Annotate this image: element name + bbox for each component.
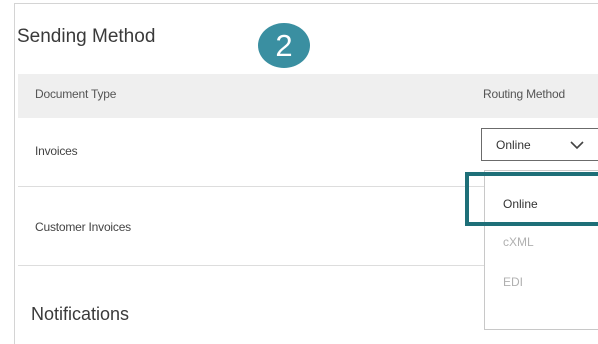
column-header-document-type: Document Type [35,87,117,101]
column-header-routing-method: Routing Method [483,87,565,101]
table-header: Document Type Routing Method [18,74,598,118]
document-type-invoices: Invoices [35,144,78,158]
document-type-customer-invoices: Customer Invoices [35,220,131,234]
step-number-badge: 2 [258,23,310,68]
section-title-sending-method: Sending Method [17,26,156,47]
dropdown-option-cxml: cXML [503,235,534,249]
chevron-down-icon [570,141,584,150]
dropdown-option-edi: EDI [503,275,524,289]
routing-method-selected-value: Online [496,138,531,152]
section-title-notifications: Notifications [31,304,130,324]
routing-method-select[interactable]: Online [481,128,598,161]
highlight-box-online-option [465,172,598,226]
